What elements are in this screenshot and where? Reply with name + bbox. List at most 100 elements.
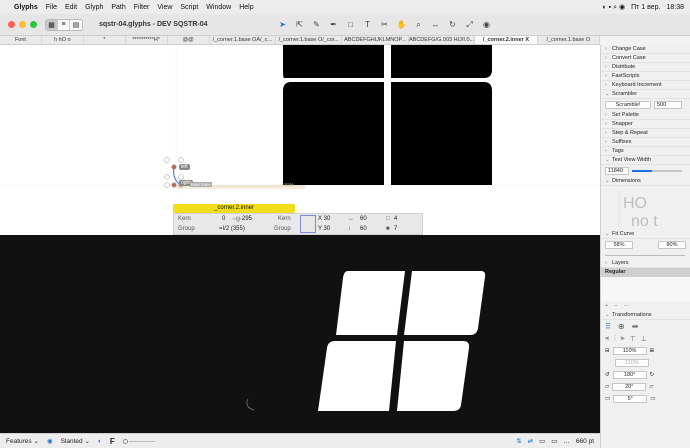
scramble-amount-field[interactable]: 500: [654, 101, 682, 109]
palette-set-palette[interactable]: › Set Palette: [601, 111, 690, 120]
dimensions-preview[interactable]: HO no t: [601, 186, 690, 230]
color-mode-icon[interactable]: ◐: [98, 438, 102, 445]
text-view-width-slider[interactable]: [632, 170, 682, 172]
align-right-icon[interactable]: ⫸: [621, 335, 625, 343]
layers-list[interactable]: [601, 277, 690, 301]
origin-grid-icon[interactable]: ⠿: [605, 322, 611, 331]
app-menu[interactable]: Glyphs: [14, 4, 38, 11]
slant-left-icon[interactable]: ▱: [605, 384, 609, 390]
tab-text-10[interactable]: /_corner.1.base O: [538, 36, 600, 44]
slant-vertical-icon-2[interactable]: ▭: [650, 396, 655, 402]
scale-tool-icon[interactable]: ⤢: [465, 20, 475, 30]
zoom-value[interactable]: 660 pt: [576, 438, 594, 445]
menu-path[interactable]: Path: [111, 4, 125, 11]
tab-text-7[interactable]: ABCDEFGHIJKLMNOP...: [342, 36, 409, 44]
text-tool-icon[interactable]: T: [363, 20, 373, 29]
preview-toggle-icon[interactable]: ▭: [551, 437, 557, 445]
scramble-button[interactable]: Scramble!: [605, 101, 651, 109]
zoom-window-button[interactable]: [30, 21, 37, 28]
tab-text-6[interactable]: /_corner.1.base O/_cor...: [276, 36, 343, 44]
rotate-tool-icon[interactable]: ↻: [448, 20, 458, 29]
palette-snapper[interactable]: › Snapper: [601, 120, 690, 129]
tab-text-9-active[interactable]: /_corner.2.inner X: [475, 36, 538, 44]
rotate-ccw-icon[interactable]: ↺: [605, 372, 610, 378]
rotate-cw-icon[interactable]: ↻: [650, 372, 655, 378]
rotate-field[interactable]: 180°: [612, 371, 647, 379]
close-window-button[interactable]: [8, 21, 15, 28]
mirror-icon[interactable]: ⇹: [632, 322, 639, 331]
palette-dimensions[interactable]: ⌄ Dimensions: [601, 177, 690, 186]
tab-font[interactable]: Font: [0, 36, 42, 44]
primitives-tool-icon[interactable]: □: [346, 20, 356, 29]
add-layer-icon[interactable]: +: [605, 303, 608, 309]
palette-convert-case[interactable]: › Convert Case: [601, 54, 690, 63]
palette-keyboard-increment[interactable]: › Keyboard Increment: [601, 81, 690, 90]
group-value[interactable]: =I/2 (355): [219, 226, 245, 232]
palette-step-repeat[interactable]: › Step & Repeat: [601, 129, 690, 138]
minimize-window-button[interactable]: [19, 21, 26, 28]
menu-glyph[interactable]: Glyph: [85, 4, 103, 11]
fit-curve-slider[interactable]: [601, 251, 690, 259]
remove-layer-icon[interactable]: −: [614, 303, 617, 309]
slant-vertical-icon[interactable]: ▭: [605, 396, 610, 402]
sidebar-toggle-icon[interactable]: ▤: [70, 19, 82, 30]
selection-height[interactable]: 60: [360, 226, 367, 232]
palette-tags[interactable]: › Tags: [601, 147, 690, 156]
menu-window[interactable]: Window: [206, 4, 231, 11]
scale-field[interactable]: 110%: [612, 347, 647, 355]
grid-view-icon[interactable]: ▦: [46, 19, 58, 30]
menu-file[interactable]: File: [46, 4, 57, 11]
slant-field-2[interactable]: 5°: [613, 395, 648, 403]
eye-tool-icon[interactable]: ◉: [482, 20, 492, 29]
select-tool-icon[interactable]: ➤: [278, 20, 288, 29]
flip-icon[interactable]: ⇄: [528, 437, 533, 445]
selection-width[interactable]: 60: [360, 216, 367, 222]
tab-text-4[interactable]: @@: [168, 36, 210, 44]
list-view-icon[interactable]: ≡: [58, 19, 70, 30]
palette-fastscripts[interactable]: › FastScripts: [601, 72, 690, 81]
annotation-tool-icon[interactable]: ✂: [380, 20, 390, 29]
scale-field-2[interactable]: 110%: [615, 359, 649, 367]
draw-tool-icon[interactable]: ✎: [312, 20, 322, 29]
edit-canvas[interactable]: left right base base rotate: [0, 45, 600, 235]
tab-text-3[interactable]: **********H*: [126, 36, 168, 44]
tab-text-8[interactable]: ABCDEFG/G.003 HIJ/I.0...: [409, 36, 476, 44]
slant-right-icon[interactable]: ▱: [649, 384, 653, 390]
palette-layers[interactable]: › Layers: [601, 259, 690, 268]
menu-date[interactable]: Пт 1 вер.: [631, 4, 660, 11]
sort-icon[interactable]: ⇅: [516, 437, 521, 445]
palette-change-case[interactable]: › Change Case: [601, 45, 690, 54]
preview-size-slider[interactable]: [122, 438, 155, 444]
scale-up-icon[interactable]: ⊞: [650, 348, 655, 354]
align-bottom-icon[interactable]: ⊥: [641, 335, 647, 343]
palette-fit-curve[interactable]: ⌄ Fit Curve: [601, 230, 690, 239]
menu-script[interactable]: Script: [180, 4, 198, 11]
align-left-icon[interactable]: ⫷: [605, 335, 609, 343]
hand-tool-icon[interactable]: ✋: [397, 20, 407, 29]
palette-suffixes[interactable]: › Suffixes: [601, 138, 690, 147]
menu-filter[interactable]: Filter: [134, 4, 150, 11]
fit-curve-max[interactable]: 80%: [658, 241, 686, 249]
x-position[interactable]: X 30: [318, 216, 330, 222]
eye-icon[interactable]: ◉: [47, 437, 53, 445]
y-position[interactable]: Y 30: [318, 226, 330, 232]
scale-down-icon[interactable]: ⊟: [605, 348, 610, 354]
text-view-width-field[interactable]: 11840: [605, 167, 629, 175]
layer-options-icon[interactable]: ⋯: [623, 303, 629, 309]
slant-field[interactable]: 20°: [612, 383, 647, 391]
glyph-width-value[interactable]: 295: [242, 216, 252, 222]
origin-target-icon[interactable]: ⊕: [618, 322, 625, 331]
tab-text-2[interactable]: *: [84, 36, 126, 44]
layer-regular[interactable]: Regular: [601, 268, 690, 277]
preview-area[interactable]: [0, 235, 600, 433]
kern-left-value[interactable]: 0: [222, 216, 225, 222]
menu-edit[interactable]: Edit: [65, 4, 77, 11]
tab-text-1[interactable]: h hO o: [42, 36, 84, 44]
palette-scrambler[interactable]: ⌄ Scrambler: [601, 90, 690, 99]
f-label[interactable]: F: [110, 437, 115, 446]
measure-tool-icon[interactable]: ↔: [431, 20, 441, 29]
anchor-grid-icon[interactable]: [300, 215, 316, 233]
palette-transformations[interactable]: ⌄ Transformations: [601, 311, 690, 320]
palette-text-view-width[interactable]: ⌄ Text View Width: [601, 156, 690, 165]
select-all-layers-tool-icon[interactable]: ⇱: [295, 20, 305, 29]
